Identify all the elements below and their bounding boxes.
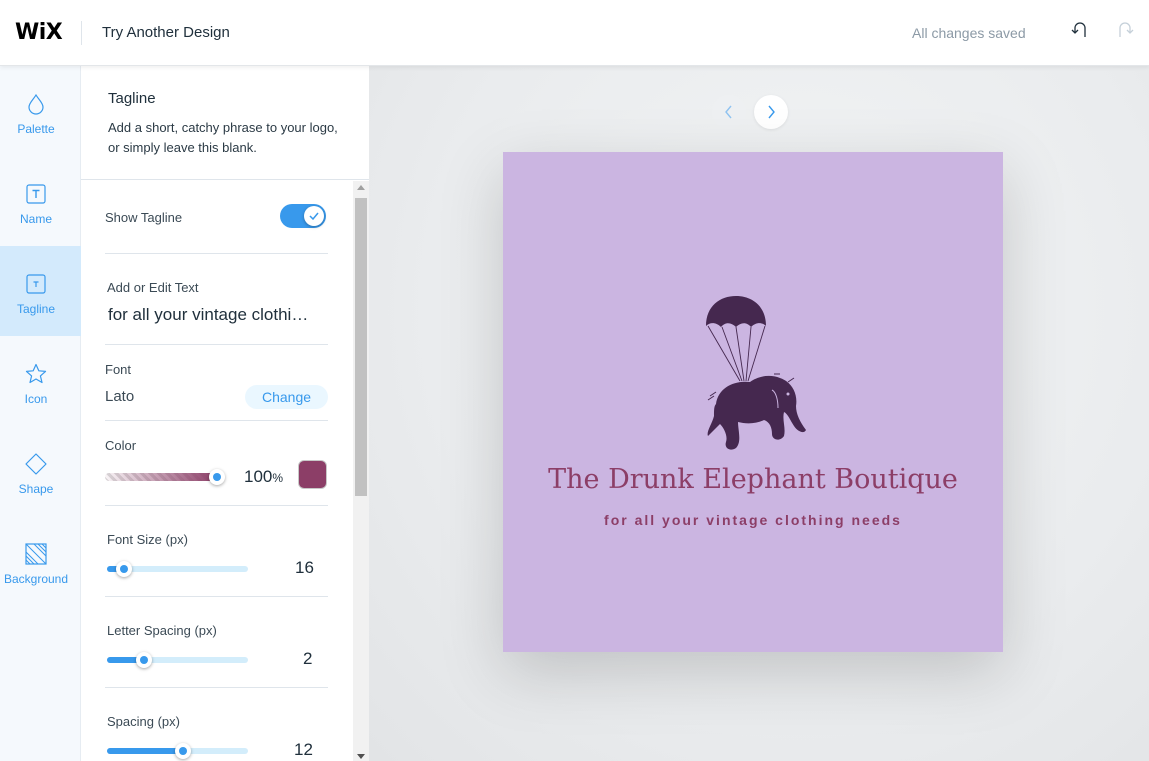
show-tagline-label: Show Tagline [105, 210, 183, 225]
opacity-number: 100 [244, 467, 273, 486]
sidebar-item-shape[interactable]: Shape [0, 426, 81, 516]
sidebar-item-icon[interactable]: Icon [0, 336, 81, 426]
panel-header: Tagline Add a short, catchy phrase to yo… [81, 66, 369, 180]
tagline-text-input[interactable]: for all your vintage clothi… [108, 305, 328, 325]
undo-icon [1071, 22, 1086, 37]
sidebar-item-background[interactable]: Background [0, 516, 81, 606]
scrollbar-thumb[interactable] [355, 198, 367, 496]
page-title: Try Another Design [102, 24, 230, 41]
sidebar-item-label: Name [19, 212, 52, 226]
sidebar-item-tagline[interactable]: Tagline [0, 246, 81, 336]
color-swatch[interactable] [298, 460, 327, 489]
sidebar-item-label: Shape [18, 482, 54, 496]
show-tagline-toggle[interactable] [280, 204, 326, 228]
opacity-value: 100% [244, 467, 283, 487]
tagline-settings-panel: Tagline Add a short, catchy phrase to yo… [81, 66, 369, 761]
redo-button[interactable] [1115, 21, 1137, 43]
scroll-down-arrow-icon[interactable] [357, 754, 365, 759]
letter-spacing-label: Letter Spacing (px) [107, 623, 217, 638]
logo-brand-name: The Drunk Elephant Boutique [548, 464, 958, 495]
chevron-right-icon [768, 105, 775, 119]
divider [105, 505, 328, 506]
panel-scroll-area: Show Tagline Add or Edit Text for all yo… [81, 181, 369, 761]
spacing-value: 12 [294, 740, 313, 759]
preview-stage: The Drunk Elephant Boutique for all your… [369, 66, 1149, 761]
opacity-slider[interactable] [105, 473, 217, 481]
font-value: Lato [105, 388, 135, 405]
font-size-value: 16 [295, 558, 314, 577]
star-icon [25, 363, 47, 384]
text-box-icon [26, 184, 46, 204]
panel-description: Add a short, catchy phrase to your logo,… [108, 120, 338, 155]
next-design-button[interactable] [754, 95, 788, 129]
panel-title: Tagline [108, 90, 156, 107]
wix-logo[interactable]: WiX [15, 20, 63, 45]
scroll-up-arrow-icon[interactable] [357, 185, 365, 190]
opacity-unit: % [272, 471, 284, 485]
striped-square-icon [25, 543, 47, 565]
divider [105, 344, 328, 345]
font-size-slider-handle[interactable] [115, 561, 132, 577]
letter-spacing-value: 2 [303, 649, 313, 668]
divider [105, 596, 328, 597]
text-box-small-icon [26, 274, 46, 294]
sidebar-item-label: Palette [17, 122, 55, 136]
logo-preview[interactable]: The Drunk Elephant Boutique for all your… [503, 152, 1003, 652]
spacing-slider-handle[interactable] [175, 743, 192, 759]
sidebar-item-label: Icon [24, 392, 48, 406]
panel-scrollbar[interactable] [353, 181, 369, 761]
change-font-button[interactable]: Change [245, 385, 328, 409]
undo-button[interactable] [1068, 21, 1090, 43]
checkmark-icon [309, 212, 319, 220]
divider [105, 687, 328, 688]
sidebar: Palette Name Tagline Icon Shape Backgrou… [0, 66, 81, 761]
sidebar-item-name[interactable]: Name [0, 156, 81, 246]
sidebar-item-palette[interactable]: Palette [0, 66, 81, 156]
font-size-label: Font Size (px) [107, 532, 188, 547]
header-divider [81, 21, 82, 45]
toggle-knob [304, 206, 324, 226]
opacity-slider-handle[interactable] [209, 469, 225, 485]
diamond-icon [25, 453, 47, 475]
save-status: All changes saved [912, 25, 1026, 41]
letter-spacing-slider[interactable] [107, 657, 248, 663]
droplet-icon [28, 93, 44, 115]
sidebar-item-label: Background [3, 572, 69, 586]
color-label: Color [105, 438, 137, 453]
previous-design-button[interactable] [712, 95, 746, 129]
sidebar-item-label: Tagline [16, 302, 56, 316]
divider [105, 420, 328, 421]
top-bar: WiX Try Another Design All changes saved [0, 0, 1149, 66]
logo-tagline: for all your vintage clothing needs [604, 512, 902, 528]
chevron-left-icon [725, 105, 732, 119]
edit-text-label: Add or Edit Text [107, 280, 199, 295]
spacing-label: Spacing (px) [107, 714, 180, 729]
redo-icon [1119, 22, 1134, 37]
parachuting-elephant-icon [706, 296, 806, 450]
letter-spacing-slider-handle[interactable] [135, 652, 152, 668]
divider [105, 253, 328, 254]
spacing-slider-fill [107, 748, 184, 754]
font-label: Font [105, 362, 132, 377]
